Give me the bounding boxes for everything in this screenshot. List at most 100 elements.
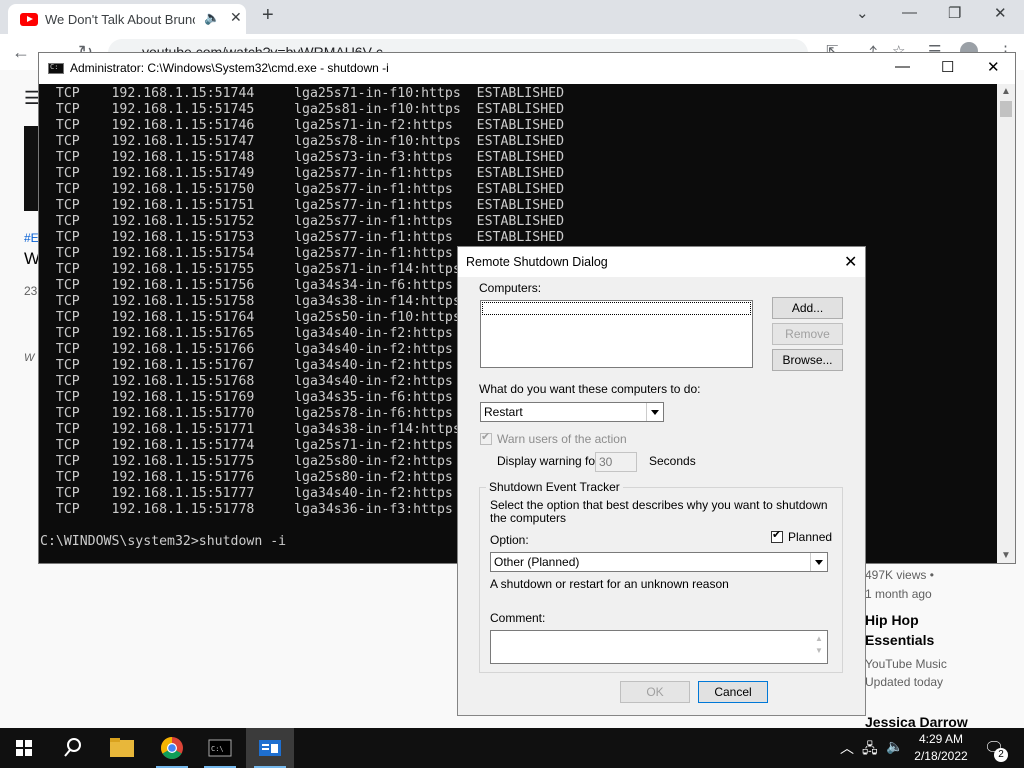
network-icon[interactable]: 🖧	[862, 738, 878, 762]
option-select-value: Other (Planned)	[494, 555, 580, 569]
cmd-titlebar[interactable]: Administrator: C:\Windows\System32\cmd.e…	[39, 53, 1015, 84]
cmd-output-line: TCP 192.168.1.15:51747 lga25s78-in-f10:h…	[40, 134, 565, 149]
side-video-views: 497K views •	[865, 568, 934, 582]
cmd-output-line: TCP 192.168.1.15:51755 lga25s71-in-f14:h…	[40, 262, 461, 277]
svg-text:C:\: C:\	[211, 745, 224, 753]
volume-icon[interactable]: 🔈	[886, 738, 903, 755]
cmd-output-line: TCP 192.168.1.15:51774 lga25s71-in-f2:ht…	[40, 438, 453, 453]
warn-users-label: Warn users of the action	[497, 432, 627, 446]
option-label: Option:	[490, 533, 529, 547]
action-select-value: Restart	[484, 405, 523, 419]
start-button[interactable]	[0, 728, 48, 768]
speaker-icon[interactable]: 🔈	[204, 10, 220, 26]
cmd-scrollbar[interactable]: ▲ ▼	[997, 84, 1015, 563]
option-description: A shutdown or restart for an unknown rea…	[490, 577, 729, 591]
warning-seconds-input[interactable]: 30	[595, 452, 637, 472]
comment-scrollbar[interactable]: ▲ ▼	[813, 633, 825, 661]
side-mix-channel: YouTube Music	[865, 657, 947, 671]
cmd-output-line: TCP 192.168.1.15:51765 lga34s40-in-f2:ht…	[40, 326, 453, 341]
list-focus-rect	[482, 302, 751, 315]
cmd-output-line: TCP 192.168.1.15:51756 lga34s34-in-f6:ht…	[40, 278, 453, 293]
taskbar-remote-shutdown[interactable]	[246, 728, 294, 768]
planned-checkbox[interactable]: ✔	[771, 529, 783, 543]
cmd-output-line: TCP 192.168.1.15:51750 lga25s77-in-f1:ht…	[40, 182, 565, 197]
action-question-label: What do you want these computers to do:	[479, 382, 701, 396]
cmd-output-line: TCP 192.168.1.15:51770 lga25s78-in-f6:ht…	[40, 406, 453, 421]
computers-list[interactable]	[480, 300, 753, 368]
cmd-close-icon[interactable]: ✕	[987, 58, 1000, 76]
warning-seconds-value: 30	[599, 455, 613, 469]
tab-close-icon[interactable]: ✕	[230, 9, 242, 26]
remove-button[interactable]: Remove	[772, 323, 843, 345]
seconds-label: Seconds	[649, 454, 696, 468]
cmd-output-line: TCP 192.168.1.15:51748 lga25s73-in-f3:ht…	[40, 150, 565, 165]
ok-button[interactable]: OK	[620, 681, 690, 703]
notification-count-badge: 2	[994, 748, 1008, 762]
browser-close-icon[interactable]: ✕	[994, 4, 1007, 22]
cmd-output-line: TCP 192.168.1.15:51754 lga25s77-in-f1:ht…	[40, 246, 453, 261]
taskbar-clock[interactable]: 4:29 AM 2/18/2022	[906, 731, 976, 765]
scroll-up-arrow-icon[interactable]: ▲	[1001, 86, 1011, 97]
search-icon	[64, 738, 81, 757]
warn-users-checkbox[interactable]: ✔	[480, 431, 492, 445]
taskbar-chrome[interactable]	[148, 728, 196, 768]
cmd-output-line: TCP 192.168.1.15:51749 lga25s77-in-f1:ht…	[40, 166, 565, 181]
dropdown-arrow-icon[interactable]	[810, 553, 827, 571]
file-explorer-icon	[110, 738, 134, 757]
windows-start-icon	[16, 740, 32, 756]
side-mix-title-line1[interactable]: Hip Hop	[865, 612, 919, 628]
add-button[interactable]: Add...	[772, 297, 843, 319]
clock-time: 4:29 AM	[918, 732, 964, 746]
chrome-icon	[161, 737, 183, 759]
cmd-output-line: TCP 192.168.1.15:51764 lga25s50-in-f10:h…	[40, 310, 461, 325]
cmd-output-line: TCP 192.168.1.15:51745 lga25s81-in-f10:h…	[40, 102, 565, 117]
cmd-scroll-thumb[interactable]	[1000, 101, 1012, 117]
comment-textarea[interactable]: ▲ ▼	[490, 630, 828, 664]
cmd-output-line: TCP 192.168.1.15:51751 lga25s77-in-f1:ht…	[40, 198, 565, 213]
dialog-titlebar[interactable]: Remote Shutdown Dialog ✕	[458, 247, 865, 277]
cmd-output-line: TCP 192.168.1.15:51775 lga25s80-in-f2:ht…	[40, 454, 453, 469]
video-player[interactable]	[24, 126, 38, 211]
cmd-minimize-icon[interactable]: —	[895, 58, 910, 75]
tracker-description: Select the option that best describes wh…	[490, 498, 828, 525]
browser-restore-icon[interactable]: ❐	[948, 4, 961, 22]
cancel-button[interactable]: Cancel	[698, 681, 768, 703]
video-views: 23	[24, 284, 38, 298]
taskbar-file-explorer[interactable]	[98, 728, 146, 768]
remote-shutdown-dialog[interactable]: Remote Shutdown Dialog ✕ Computers: Add.…	[457, 246, 866, 716]
cmd-output-line: TCP 192.168.1.15:51767 lga34s40-in-f2:ht…	[40, 358, 453, 373]
side-mix-updated: Updated today	[865, 675, 944, 689]
side-video-age: 1 month ago	[865, 587, 932, 601]
browser-tab[interactable]: We Don't Talk About Bruno 🔈 ✕	[8, 4, 246, 34]
dialog-close-icon[interactable]: ✕	[844, 252, 857, 272]
browse-button[interactable]: Browse...	[772, 349, 843, 371]
cmd-output-line: TCP 192.168.1.15:51777 lga34s40-in-f2:ht…	[40, 486, 453, 501]
cmd-output-line: TCP 192.168.1.15:51768 lga34s40-in-f2:ht…	[40, 374, 453, 389]
side-mix-title-line2[interactable]: Essentials	[865, 632, 934, 648]
cmd-app-icon	[48, 63, 64, 74]
channel-logo[interactable]: W	[24, 352, 34, 364]
tab-search-chevron-icon[interactable]: ⌄	[856, 4, 869, 22]
display-warning-label: Display warning for	[497, 454, 600, 468]
taskbar-search-button[interactable]	[48, 728, 96, 768]
cmd-output-line: TCP 192.168.1.15:51746 lga25s71-in-f2:ht…	[40, 118, 565, 133]
show-hidden-icons-chevron-icon[interactable]: ︿	[840, 738, 854, 758]
scroll-down-arrow-icon[interactable]: ▼	[1001, 550, 1011, 561]
dialog-title: Remote Shutdown Dialog	[466, 255, 608, 269]
cmd-maximize-icon[interactable]: ☐	[941, 58, 954, 76]
cmd-output-line: TCP 192.168.1.15:51769 lga34s35-in-f6:ht…	[40, 390, 453, 405]
cmd-output-line: TCP 192.168.1.15:51776 lga25s80-in-f2:ht…	[40, 470, 453, 485]
new-tab-plus-icon[interactable]: +	[262, 4, 274, 27]
cmd-output-line: TCP 192.168.1.15:51758 lga34s38-in-f14:h…	[40, 294, 461, 309]
option-select[interactable]: Other (Planned)	[490, 552, 828, 572]
back-arrow-icon[interactable]: ←	[12, 42, 30, 63]
taskbar-cmd[interactable]: C:\	[196, 728, 244, 768]
dropdown-arrow-icon[interactable]	[646, 403, 663, 421]
cmd-output-line: TCP 192.168.1.15:51766 lga34s40-in-f2:ht…	[40, 342, 453, 357]
cmd-output-line: TCP 192.168.1.15:51752 lga25s77-in-f1:ht…	[40, 214, 565, 229]
action-select[interactable]: Restart	[480, 402, 664, 422]
browser-minimize-icon[interactable]: —	[902, 4, 917, 21]
cmd-icon: C:\	[208, 739, 232, 757]
cmd-output-line: TCP 192.168.1.15:51753 lga25s77-in-f1:ht…	[40, 230, 565, 245]
video-hashtag[interactable]: #E	[24, 231, 39, 245]
